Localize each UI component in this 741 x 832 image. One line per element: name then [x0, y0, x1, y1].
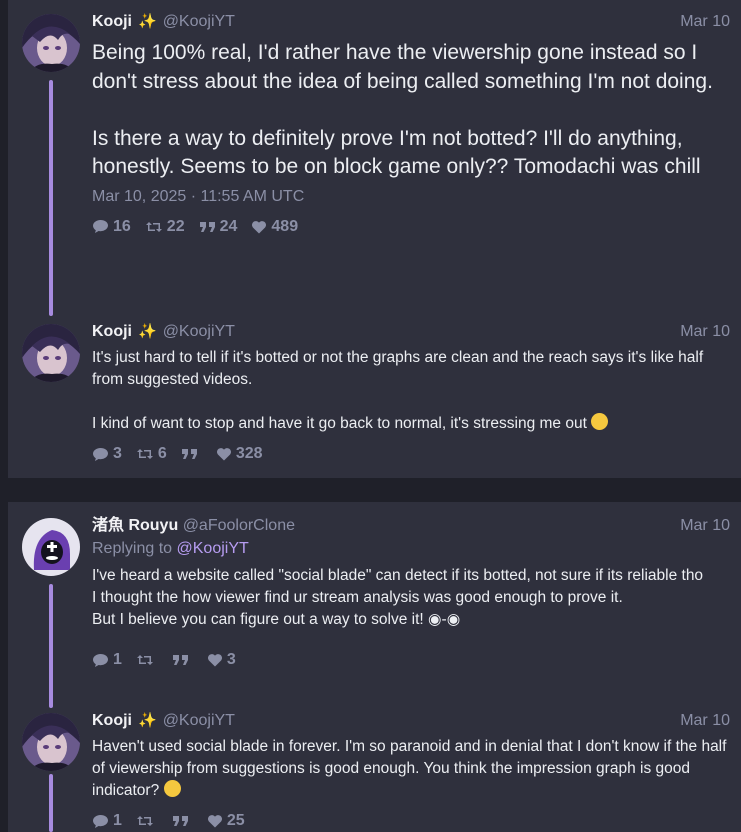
username[interactable]: @KoojiYT	[163, 323, 235, 340]
avatar-kooji[interactable]	[22, 324, 80, 382]
tweet-reply[interactable]: Kooji ✨ @KoojiYT Mar 10 It's just hard to …	[92, 322, 730, 464]
replying-to-mention[interactable]: @KoojiYT	[177, 540, 249, 557]
reply-count: 1	[113, 812, 122, 829]
retweet-icon	[136, 655, 153, 665]
retweet-stat[interactable]	[136, 811, 158, 831]
like-stat[interactable]: 489	[251, 217, 298, 237]
like-count: 3	[226, 651, 236, 668]
display-name[interactable]: Kooji	[92, 712, 132, 729]
username[interactable]: @KoojiYT	[163, 712, 235, 729]
like-stat[interactable]: 328	[216, 444, 263, 464]
tweet-timestamp[interactable]: Mar 10, 2025 · 11:55 AM UTC	[92, 187, 730, 207]
comment-icon	[93, 814, 108, 828]
retweet-stat[interactable]: 22	[145, 217, 185, 237]
replying-to-label: Replying to	[92, 540, 173, 557]
tweet-stats: 16 22 24 489	[92, 217, 730, 237]
tweet-reply[interactable]: Kooji ✨ @KoojiYT Mar 10 Haven't used socia…	[92, 711, 730, 831]
heart-icon	[252, 220, 267, 233]
tweet-stats: 1 3	[92, 650, 730, 670]
tweet-date[interactable]: Mar 10	[680, 322, 730, 342]
quote-count: 24	[219, 217, 238, 235]
reply-stat[interactable]: 1	[92, 811, 122, 831]
quote-icon	[199, 221, 215, 232]
tweet-stats: 1 25	[92, 811, 730, 831]
retweet-icon	[145, 221, 162, 232]
display-name[interactable]: Kooji	[92, 13, 132, 30]
username[interactable]: @KoojiYT	[163, 13, 235, 30]
replying-to: Replying to @KoojiYT	[92, 538, 730, 560]
quote-stat[interactable]	[172, 811, 193, 831]
quote-icon	[172, 816, 188, 826]
like-stat[interactable]: 3	[207, 650, 236, 670]
display-name[interactable]: Kooji	[92, 323, 132, 340]
tweet-header: 渚魚 Rouyu @aFoolorClone Mar 10	[92, 516, 730, 536]
tweet-reply[interactable]: 渚魚 Rouyu @aFoolorClone Mar 10 Replying t…	[92, 516, 730, 670]
comment-icon	[93, 653, 108, 667]
shaking-face-emoji-icon	[163, 780, 181, 797]
quote-stat[interactable]	[172, 650, 193, 670]
shaking-face-emoji-icon	[591, 413, 609, 430]
retweet-count: 6	[157, 445, 167, 462]
reply-count: 3	[113, 445, 122, 462]
tweet-text: I've heard a website called "social blad…	[92, 567, 704, 628]
comment-icon	[93, 447, 108, 461]
like-count: 489	[271, 217, 299, 235]
display-name[interactable]: 渚魚 Rouyu	[92, 517, 178, 534]
thread-line	[49, 584, 53, 708]
like-count: 328	[235, 445, 263, 462]
heart-icon	[207, 654, 222, 667]
reply-stat[interactable]: 1	[92, 650, 122, 670]
reply-count: 16	[113, 217, 131, 235]
sparkles-icon: ✨	[138, 323, 157, 340]
quote-icon	[172, 655, 188, 665]
tweet-main[interactable]: Kooji ✨ @KoojiYT Mar 10 Being 100% real, I…	[92, 12, 730, 237]
tweet-stats: 3 6 328	[92, 444, 730, 464]
reply-stat[interactable]: 3	[92, 444, 122, 464]
retweet-icon	[136, 449, 153, 459]
avatar-kooji[interactable]	[22, 713, 80, 771]
quote-icon	[181, 449, 197, 459]
reply-stat[interactable]: 16	[92, 217, 131, 237]
tweet-header: Kooji ✨ @KoojiYT Mar 10	[92, 711, 730, 731]
tweet-text: Haven't used social blade in forever. I'…	[92, 738, 731, 799]
like-count: 25	[226, 812, 245, 829]
retweet-count: 22	[166, 217, 185, 235]
tweet-date[interactable]: Mar 10	[680, 516, 730, 536]
retweet-stat[interactable]	[136, 650, 158, 670]
heart-icon	[207, 815, 222, 828]
quote-stat[interactable]	[181, 444, 202, 464]
reply-count: 1	[113, 651, 122, 668]
avatar-rouyu[interactable]	[22, 518, 80, 576]
tweet-header: Kooji ✨ @KoojiYT Mar 10	[92, 12, 730, 32]
sparkles-icon: ✨	[138, 13, 157, 30]
tweet-text: It's just hard to tell if it's botted or…	[92, 349, 704, 432]
tweet-text: Being 100% real, I'd rather have the vie…	[92, 41, 713, 178]
retweet-stat[interactable]: 6	[136, 444, 167, 464]
tweet-date[interactable]: Mar 10	[680, 711, 730, 731]
tweet-header: Kooji ✨ @KoojiYT Mar 10	[92, 322, 730, 342]
thread-line	[49, 774, 53, 832]
comment-icon	[93, 220, 108, 233]
retweet-icon	[136, 816, 153, 826]
avatar-kooji[interactable]	[22, 14, 80, 72]
tweet-date[interactable]: Mar 10	[680, 12, 730, 32]
quote-stat[interactable]: 24	[199, 217, 238, 237]
thread-line	[49, 80, 53, 316]
like-stat[interactable]: 25	[207, 811, 245, 831]
sparkles-icon: ✨	[138, 712, 157, 729]
heart-icon	[216, 448, 231, 461]
username[interactable]: @aFoolorClone	[183, 517, 295, 534]
